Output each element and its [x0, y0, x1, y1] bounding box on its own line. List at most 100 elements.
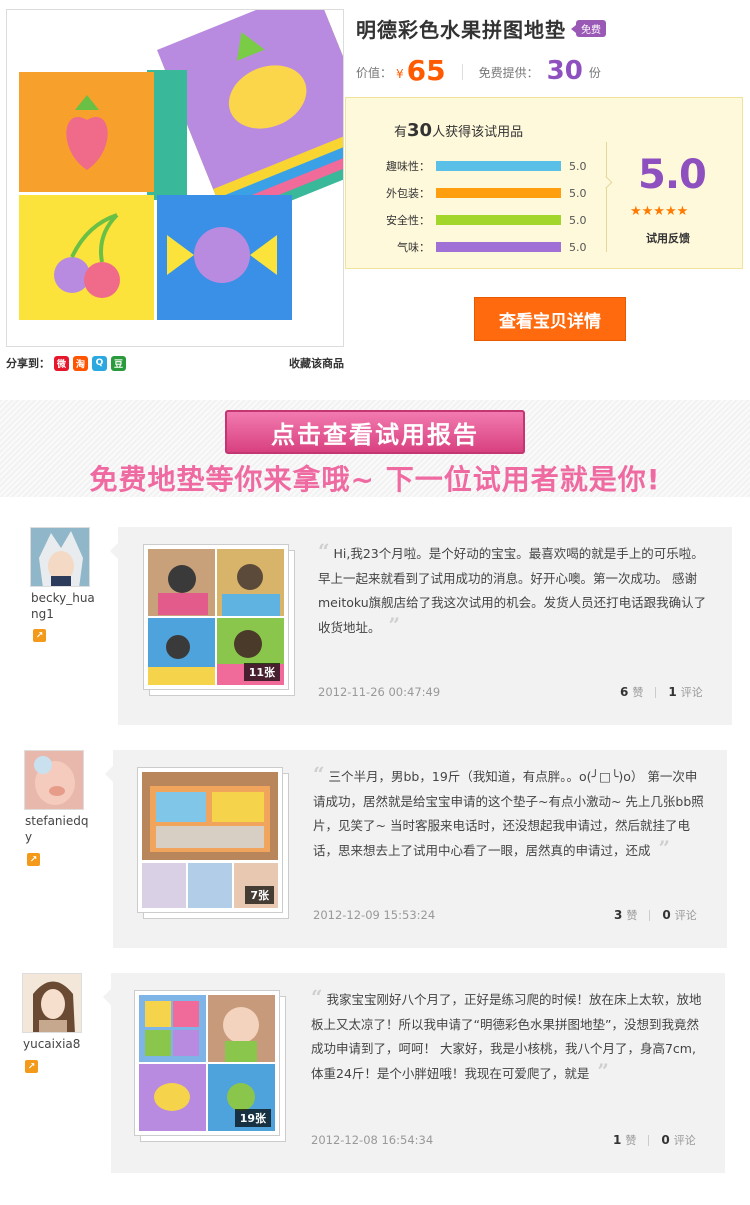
stats-divider	[649, 909, 651, 921]
offer-count: 30	[546, 56, 583, 86]
stats-divider	[648, 1134, 650, 1146]
price-label: 价值：	[356, 66, 393, 80]
comment-button[interactable]: 评论	[674, 1132, 696, 1148]
username[interactable]: yucaixia8	[23, 1036, 87, 1052]
rating-value: 5.0	[569, 213, 587, 227]
review-text: “ 我家宝宝刚好八个月了，正好是练习爬的时候！放在床上太软，放地板上又太凉了！所…	[311, 985, 706, 1086]
avatar[interactable]	[30, 527, 90, 587]
rating-label: 气味：	[397, 241, 430, 254]
qzone-icon[interactable]: Q	[92, 355, 107, 371]
avatar-image	[31, 528, 89, 586]
photo-collage: 11张	[148, 549, 284, 685]
open-quote-icon: “	[311, 985, 323, 1009]
banner-slogan: 免费地垫等你来拿哦~ 下一位试用者就是你!	[89, 463, 661, 496]
review-card: 11张 “ Hi,我23个月啦。是个好动的宝宝。最喜欢喝的就是手上的可乐啦。 早…	[110, 527, 732, 725]
photo-thumbnail[interactable]: 7张	[137, 767, 283, 913]
winners-prefix: 有	[394, 125, 408, 140]
username[interactable]: becky_huang1	[31, 590, 95, 622]
level-badge-icon: ↗	[33, 629, 46, 642]
avatar[interactable]	[24, 750, 84, 810]
currency-symbol: ¥	[396, 67, 404, 81]
username[interactable]: stefaniedqy	[25, 813, 89, 845]
level-badge-icon: ↗	[27, 853, 40, 866]
rating-row-fun: 趣味性： 5.0	[386, 159, 596, 174]
review-date: 2012-12-09 15:53:24	[313, 908, 436, 922]
review-item: yucaixia8 ↗ 19张 “ 我家宝宝刚好八个月了，正好是练习爬的时候！放…	[0, 973, 750, 1178]
open-quote-icon: “	[318, 539, 330, 563]
photo-album[interactable]: 19张	[134, 990, 286, 1142]
price-row: 价值： ¥ 65 免费提供： 30 份	[356, 54, 601, 87]
report-banner: 点击查看试用报告 免费地垫等你来拿哦~ 下一位试用者就是你!	[0, 400, 750, 497]
close-quote-icon: ”	[658, 835, 670, 860]
rating-bar	[436, 215, 561, 225]
avatar-image	[25, 751, 83, 809]
review-date: 2012-11-26 00:47:49	[318, 685, 441, 699]
like-button[interactable]: 赞	[632, 684, 643, 700]
taobao-icon[interactable]: 淘	[73, 355, 88, 371]
winners-count: 30	[407, 120, 433, 141]
stats-divider	[655, 686, 657, 698]
rating-bar	[436, 161, 561, 171]
rating-bar	[436, 242, 561, 252]
like-button[interactable]: 赞	[626, 907, 637, 923]
rating-value: 5.0	[569, 186, 587, 200]
favorite-link[interactable]: 收藏该商品	[289, 355, 344, 371]
review-item: stefaniedqy ↗ 7张 “ 三个半月，男bb，19斤（我知道，有点胖。…	[0, 750, 750, 950]
avatar[interactable]	[22, 973, 82, 1033]
rating-panel: 有30人获得该试用品 趣味性： 5.0 外包装： 5.0 安全性： 5.0 气味…	[345, 97, 743, 269]
like-count: 6	[620, 685, 629, 699]
like-button[interactable]: 赞	[625, 1132, 636, 1148]
rating-label: 外包装：	[386, 187, 430, 200]
comment-count: 0	[662, 908, 671, 922]
close-quote-icon: ”	[597, 1058, 609, 1083]
rating-row-package: 外包装： 5.0	[386, 186, 596, 201]
douban-icon[interactable]: 豆	[111, 355, 126, 371]
view-reports-button[interactable]: 点击查看试用报告	[225, 410, 525, 454]
rating-value: 5.0	[569, 240, 587, 254]
review-body: 我家宝宝刚好八个月了，正好是练习爬的时候！放在床上太软，放地板上又太凉了！所以我…	[311, 992, 702, 1081]
score-divider	[606, 142, 607, 252]
review-stats: 6赞 1 评论	[620, 684, 703, 700]
rating-bar	[436, 188, 561, 198]
review-card: 7张 “ 三个半月，男bb，19斤（我知道，有点胖。。o(╯□╰)o） 第一次申…	[105, 750, 727, 948]
level-badge-icon: ↗	[25, 1060, 38, 1073]
title-row: 明德彩色水果拼图地垫 免费	[356, 14, 606, 43]
product-image[interactable]	[6, 9, 344, 347]
comment-button[interactable]: 评论	[675, 907, 697, 923]
winners-suffix: 人获得该试用品	[432, 125, 524, 140]
overall-score: 5.0	[638, 152, 707, 198]
open-quote-icon: “	[313, 762, 325, 786]
photo-thumbnail[interactable]: 11张	[143, 544, 289, 690]
photo-album[interactable]: 7张	[137, 767, 289, 919]
product-title: 明德彩色水果拼图地垫	[356, 18, 566, 42]
comment-button[interactable]: 评论	[681, 684, 703, 700]
avatar-image	[23, 974, 81, 1032]
comment-count: 0	[661, 1133, 670, 1147]
like-count: 1	[613, 1133, 622, 1147]
photo-count: 7张	[245, 886, 274, 904]
photo-album[interactable]: 11张	[143, 544, 295, 696]
review-stats: 1赞 0 评论	[613, 1132, 696, 1148]
rating-label: 安全性：	[386, 214, 430, 227]
close-quote-icon: ”	[388, 612, 400, 637]
photo-collage: 7张	[142, 772, 278, 908]
review-card: 19张 “ 我家宝宝刚好八个月了，正好是练习爬的时候！放在床上太软，放地板上又太…	[103, 973, 725, 1173]
share-row: 分享到： 微 淘 Q 豆 收藏该商品	[6, 353, 344, 373]
share-label: 分享到：	[6, 357, 50, 370]
winners-text: 有30人获得该试用品	[394, 120, 523, 141]
comment-count: 1	[668, 685, 677, 699]
weibo-icon[interactable]: 微	[54, 355, 69, 371]
photo-count: 19张	[234, 1109, 271, 1127]
review-item: becky_huang1 ↗ 11张 “ Hi,我23个月啦。是个好动的宝宝。最…	[0, 527, 750, 727]
view-details-button[interactable]: 查看宝贝详情	[474, 297, 626, 341]
review-text: “ 三个半月，男bb，19斤（我知道，有点胖。。o(╯□╰)o） 第一次申请成功…	[313, 762, 708, 863]
photo-thumbnail[interactable]: 19张	[134, 990, 280, 1136]
photo-collage: 19张	[139, 995, 275, 1131]
photo-count: 11张	[243, 663, 280, 681]
star-rating-icon: ★★★★★	[630, 204, 689, 219]
price-divider	[461, 64, 463, 80]
rating-row-safety: 安全性： 5.0	[386, 213, 596, 228]
review-text: “ Hi,我23个月啦。是个好动的宝宝。最喜欢喝的就是手上的可乐啦。 早上一起来…	[318, 539, 710, 640]
review-body: 三个半月，男bb，19斤（我知道，有点胖。。o(╯□╰)o） 第一次申请成功，居…	[313, 769, 704, 858]
price-value: 65	[406, 54, 446, 87]
